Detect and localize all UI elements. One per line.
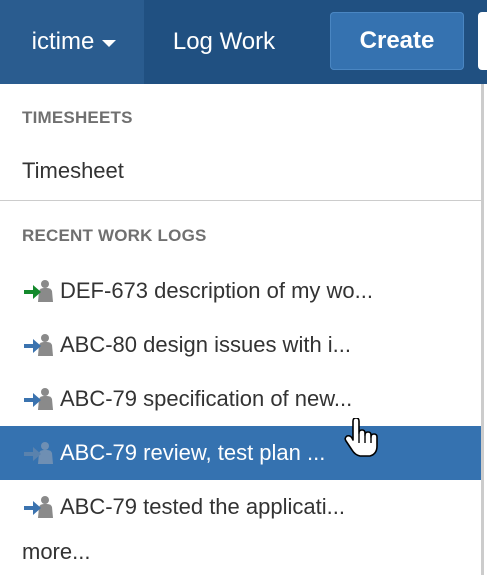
user-arrow-blue-icon — [24, 334, 53, 356]
create-button[interactable]: Create — [330, 12, 464, 70]
log-label: ABC-79 review, test plan ... — [60, 440, 326, 465]
more-link[interactable]: more... — [0, 532, 481, 572]
recent-log-item[interactable]: ABC-80 design issues with i... — [0, 318, 481, 372]
ictime-label: ictime — [31, 28, 95, 55]
log-label: ABC-79 specification of new... — [60, 386, 353, 411]
timesheet-label: Timesheet — [22, 158, 124, 183]
log-label: DEF-673 description of my wo... — [60, 278, 374, 303]
hand-pointer-cursor-icon — [344, 418, 378, 457]
user-arrow-green-icon — [24, 280, 53, 302]
menu-item-timesheet[interactable]: Timesheet — [0, 144, 481, 198]
user-arrow-blue-icon — [24, 496, 53, 518]
more-label: more... — [22, 539, 91, 564]
search-field-edge[interactable] — [478, 12, 487, 70]
timesheets-heading: TIMESHEETS — [22, 108, 133, 127]
user-arrow-blue-icon — [24, 442, 53, 464]
log-label: ABC-80 design issues with i... — [60, 332, 352, 357]
log-work-link[interactable]: Log Work — [144, 0, 304, 84]
ictime-menu-button[interactable]: ictime — [0, 0, 144, 84]
recent-log-item[interactable]: DEF-673 description of my wo... — [0, 264, 481, 318]
menu-divider — [0, 200, 481, 201]
chevron-down-icon — [102, 40, 117, 47]
recent-log-item[interactable]: ABC-79 tested the applicati... — [0, 480, 481, 534]
user-arrow-blue-icon — [24, 388, 53, 410]
log-label: ABC-79 tested the applicati... — [60, 494, 345, 519]
recent-log-item[interactable]: ABC-79 specification of new... — [0, 372, 481, 426]
recent-log-item-selected[interactable]: ABC-79 review, test plan ... — [0, 426, 481, 480]
ictime-dropdown-menu: TIMESHEETS Timesheet RECENT WORK LOGS DE… — [0, 84, 484, 575]
recent-work-logs-heading: RECENT WORK LOGS — [22, 226, 207, 245]
top-navigation-bar: ictime Log Work Create — [0, 0, 487, 84]
